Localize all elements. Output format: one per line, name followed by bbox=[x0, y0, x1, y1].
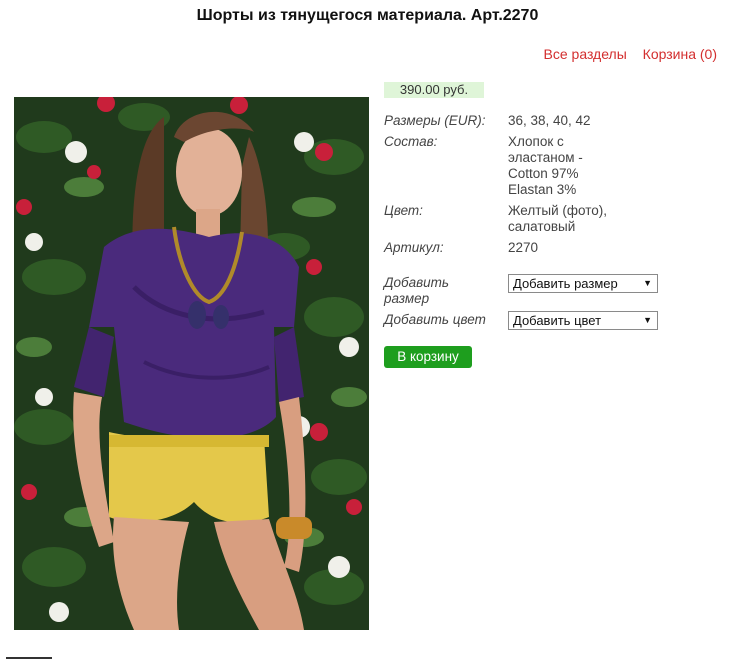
price-badge: 390.00 руб. bbox=[384, 82, 484, 98]
add-size-label-line: размер bbox=[384, 291, 430, 306]
product-photo bbox=[14, 97, 369, 630]
color-select-value: Добавить цвет bbox=[513, 313, 602, 328]
size-select-value: Добавить размер bbox=[513, 276, 618, 291]
composition-value: Хлопок с эластаном - Cotton 97% Elastan … bbox=[508, 134, 658, 198]
color-value: Желтый (фото), салатовый bbox=[508, 203, 658, 235]
article-value: 2270 bbox=[508, 240, 539, 255]
article-label: Артикул: bbox=[384, 240, 444, 255]
color-select[interactable]: Добавить цвет ▼ bbox=[508, 311, 658, 330]
composition-line: Cotton 97% bbox=[508, 166, 579, 181]
page-title: Шорты из тянущегося материала. Арт.2270 bbox=[196, 7, 539, 24]
color-label: Цвет: bbox=[384, 203, 423, 218]
composition-label: Состав: bbox=[384, 134, 438, 149]
size-select[interactable]: Добавить размер ▼ bbox=[508, 274, 658, 293]
add-size-label: Добавить размер bbox=[384, 275, 449, 307]
sizes-label: Размеры (EUR): bbox=[384, 113, 486, 128]
color-line: салатовый bbox=[508, 219, 576, 234]
add-color-label: Добавить цвет bbox=[384, 312, 486, 327]
sizes-value: 36, 38, 40, 42 bbox=[508, 113, 591, 128]
composition-line: Elastan 3% bbox=[508, 182, 577, 197]
all-sections-link[interactable]: Все разделы bbox=[544, 46, 627, 62]
color-line: Желтый (фото), bbox=[508, 203, 608, 218]
add-to-cart-button[interactable]: В корзину bbox=[384, 346, 472, 368]
composition-line: эластаном - bbox=[508, 150, 583, 165]
cart-link[interactable]: Корзина (0) bbox=[643, 46, 717, 62]
chevron-down-icon: ▼ bbox=[643, 315, 652, 325]
chevron-down-icon: ▼ bbox=[643, 278, 652, 288]
add-size-label-line: Добавить bbox=[384, 275, 450, 290]
composition-line: Хлопок с bbox=[508, 134, 564, 149]
top-nav: Все разделы Корзина (0) bbox=[544, 46, 717, 62]
footer-divider bbox=[6, 657, 52, 659]
